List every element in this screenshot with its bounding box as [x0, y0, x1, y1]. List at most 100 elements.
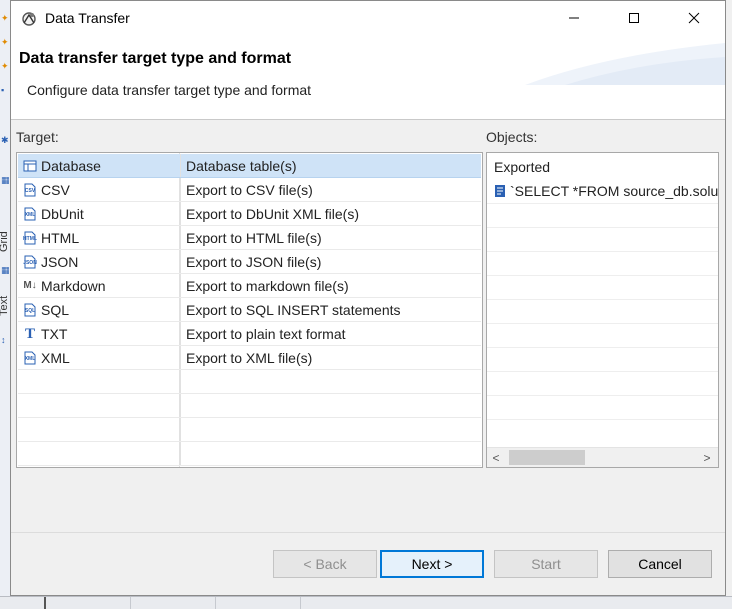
maximize-button[interactable] — [611, 1, 657, 35]
table-row[interactable]: XML DbUnit Export to DbUnit XML file(s) — [18, 202, 481, 226]
empty-cell — [18, 370, 181, 393]
xml-file-icon: XML — [23, 207, 37, 221]
target-name: JSON — [41, 253, 79, 270]
target-name-cell: XML DbUnit — [18, 202, 181, 225]
banner-decoration — [525, 43, 725, 85]
table-row[interactable]: JSON JSON Export to JSON file(s) — [18, 250, 481, 274]
target-description: Export to DbUnit XML file(s) — [186, 205, 359, 222]
empty-cell — [18, 418, 181, 441]
window-title: Data Transfer — [45, 10, 130, 26]
csv-file-icon: CSV — [23, 183, 37, 197]
target-name: XML — [41, 349, 70, 366]
target-name: DbUnit — [41, 205, 84, 222]
divider — [487, 419, 718, 420]
table-row[interactable]: XML XML Export to XML file(s) — [18, 346, 481, 370]
text-icon: ↕ — [1, 335, 6, 345]
list-item[interactable]: `SELECT *FROM source_db.solu — [493, 183, 718, 199]
target-description: Export to markdown file(s) — [186, 277, 349, 294]
table-row — [18, 442, 481, 466]
cancel-button[interactable]: Cancel — [608, 550, 712, 578]
next-button[interactable]: Next > — [380, 550, 484, 578]
target-description: Export to HTML file(s) — [186, 229, 322, 246]
target-name-cell: T TXT — [18, 322, 181, 345]
target-description: Export to plain text format — [186, 325, 346, 342]
scroll-right-icon[interactable]: > — [700, 450, 714, 466]
grid-icon: ▦ — [1, 265, 10, 275]
app-logo-icon — [20, 10, 38, 28]
table-row — [18, 418, 481, 442]
target-name-cell: Database — [18, 154, 181, 177]
table-row[interactable]: M↓ Markdown Export to markdown file(s) — [18, 274, 481, 298]
table-row[interactable]: HTML HTML Export to HTML file(s) — [18, 226, 481, 250]
start-button[interactable]: Start — [494, 550, 598, 578]
objects-header: Exported — [494, 159, 551, 175]
minimize-icon — [569, 17, 579, 19]
sql-file-icon: SQL — [23, 303, 37, 317]
target-name: TXT — [41, 325, 68, 342]
toolbar-icon: ✦ — [1, 37, 9, 47]
xml-file-icon: XML — [23, 351, 37, 365]
divider — [487, 371, 718, 372]
toolbar-icon: ✦ — [1, 61, 9, 71]
table-row — [18, 394, 481, 418]
target-name-cell: CSV CSV — [18, 178, 181, 201]
target-label: Target: — [16, 129, 59, 145]
scroll-left-icon[interactable]: < — [489, 450, 503, 466]
empty-cell — [18, 442, 181, 465]
target-description: Export to SQL INSERT statements — [186, 301, 401, 318]
table-row[interactable]: SQL SQL Export to SQL INSERT statements — [18, 298, 481, 322]
toolbar-icon: ✦ — [1, 13, 9, 23]
html-file-icon: HTML — [23, 231, 37, 245]
objects-label: Objects: — [486, 129, 538, 145]
title-bar: Data Transfer — [11, 1, 725, 35]
table-row[interactable]: T TXT Export to plain text format — [18, 322, 481, 346]
markdown-icon: M↓ — [23, 279, 37, 291]
scrollbar-thumb[interactable] — [509, 450, 585, 465]
target-description: Export to JSON file(s) — [186, 253, 322, 270]
text-icon: T — [24, 325, 35, 342]
close-button[interactable] — [671, 1, 717, 35]
divider — [487, 347, 718, 348]
target-name: CSV — [41, 181, 70, 198]
divider — [487, 323, 718, 324]
tab-grid[interactable]: Grid — [0, 231, 10, 252]
object-label: `SELECT *FROM source_db.solu — [510, 183, 719, 199]
divider — [487, 251, 718, 252]
close-icon — [688, 12, 700, 24]
divider — [44, 597, 46, 609]
tab-text[interactable]: Text — [0, 296, 10, 316]
divider — [487, 299, 718, 300]
divider — [215, 597, 216, 609]
footer-divider — [11, 532, 725, 533]
target-name: SQL — [41, 301, 70, 318]
target-name: Database — [41, 157, 101, 174]
data-transfer-dialog: Data Transfer Data transfer target type … — [10, 0, 726, 596]
back-button[interactable]: < Back — [273, 550, 377, 578]
json-file-icon: JSON — [23, 255, 37, 269]
table-row — [18, 370, 481, 394]
table-row[interactable]: Database Database table(s) — [18, 154, 481, 178]
objects-panel[interactable]: Exported `SELECT *FROM source_db.solu < … — [486, 152, 719, 468]
target-name: Markdown — [41, 277, 106, 294]
divider — [130, 597, 131, 609]
target-description: Export to XML file(s) — [186, 349, 313, 366]
header-banner: Data transfer target type and format Con… — [11, 35, 725, 120]
divider — [487, 203, 718, 204]
target-name-cell: SQL SQL — [18, 298, 181, 321]
table-row[interactable]: CSV CSV Export to CSV file(s) — [18, 178, 481, 202]
horizontal-scrollbar[interactable]: < > — [487, 447, 718, 467]
target-table[interactable]: Database Database table(s) CSV CSV Export to… — [16, 152, 483, 468]
background-app-footer — [0, 596, 732, 609]
target-name-cell: XML XML — [18, 346, 181, 369]
target-name-cell: M↓ Markdown — [18, 274, 181, 297]
divider — [487, 275, 718, 276]
divider — [300, 597, 301, 609]
target-description: Database table(s) — [186, 157, 297, 174]
target-name-cell: JSON JSON — [18, 250, 181, 273]
query-icon — [495, 185, 505, 197]
divider — [487, 395, 718, 396]
gear-icon: ✱ — [1, 135, 9, 145]
minimize-button[interactable] — [551, 1, 597, 35]
toolbar-icon: ▪ — [1, 85, 5, 95]
target-name: HTML — [41, 229, 80, 246]
